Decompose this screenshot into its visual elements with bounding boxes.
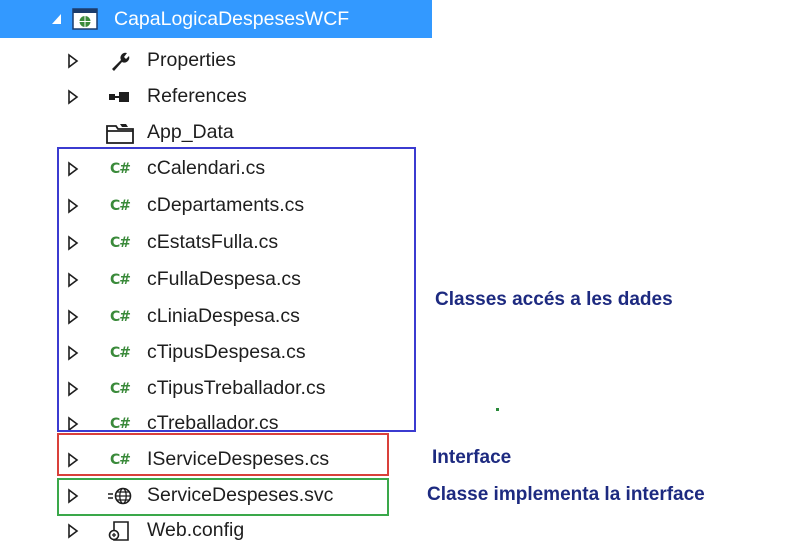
data-classes-highlight-box — [57, 147, 416, 432]
wrench-icon — [103, 49, 137, 73]
tree-node-project[interactable]: CapaLogicaDespesesWCF — [0, 0, 432, 38]
data-classes-annotation: Classes accés a les dades — [435, 289, 673, 310]
collapsed-arrow-icon[interactable] — [67, 522, 79, 539]
collapsed-arrow-icon[interactable] — [67, 52, 79, 69]
implementation-highlight-box — [57, 478, 389, 516]
interface-highlight-box — [57, 433, 389, 476]
web-project-icon — [68, 7, 102, 31]
tree-node-label: Web.config — [147, 519, 245, 541]
tree-node-config[interactable]: Web.config — [0, 512, 420, 549]
tree-node-label: References — [147, 85, 247, 107]
tree-node-label: Properties — [147, 49, 236, 71]
tree-node-label: App_Data — [147, 121, 234, 143]
collapsed-arrow-icon[interactable] — [67, 88, 79, 105]
expanded-arrow-icon[interactable] — [51, 11, 63, 27]
tree-node-app-data[interactable]: App_Data — [0, 114, 420, 151]
tree-node-properties[interactable]: Properties — [0, 42, 420, 79]
interface-annotation: Interface — [432, 447, 512, 468]
folder-icon — [103, 121, 137, 145]
config-file-icon — [103, 519, 137, 543]
references-icon — [103, 85, 137, 109]
implementation-annotation: Classe implementa la interface — [427, 484, 705, 505]
stray-dot — [496, 408, 499, 411]
tree-node-references[interactable]: References — [0, 78, 420, 115]
tree-node-label: CapaLogicaDespesesWCF — [114, 7, 350, 30]
